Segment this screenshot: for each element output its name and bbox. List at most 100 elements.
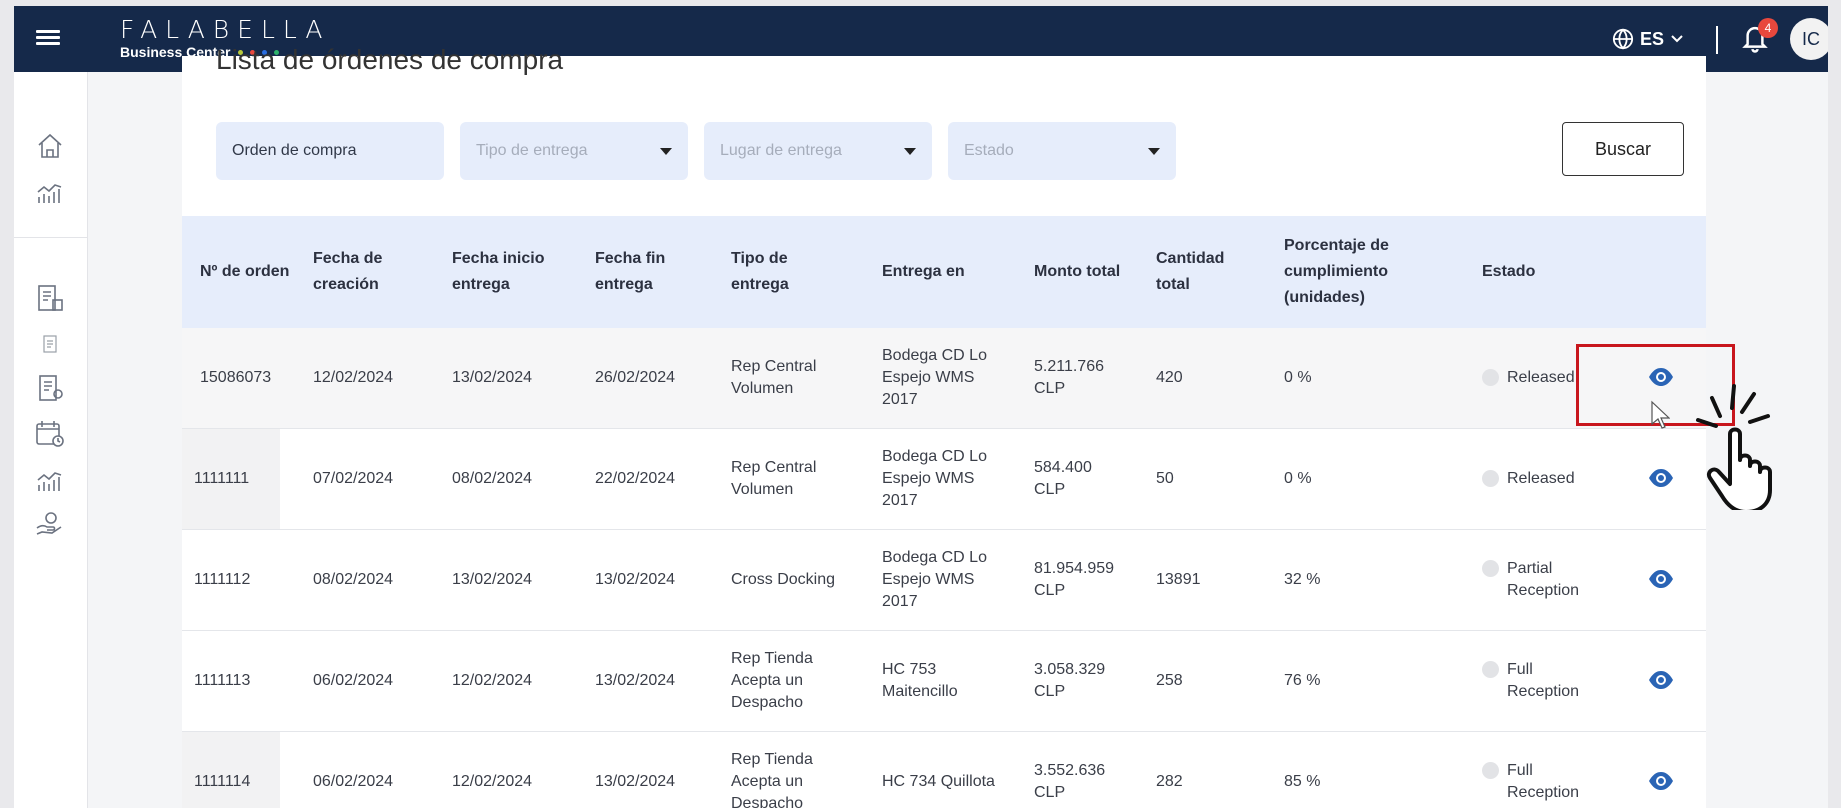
delivery-place-select[interactable]: Lugar de entrega: [704, 122, 932, 180]
status-dot: [1482, 762, 1499, 779]
col-completion-percent: Porcentaje de cumplimiento (unidades): [1284, 237, 1389, 306]
table-header: Nº de orden Fecha de creación Fecha inic…: [182, 216, 1706, 328]
sidebar-separator: [14, 237, 88, 238]
status-badge: Partial Reception: [1507, 560, 1580, 599]
col-start-date: Fecha inicio entrega: [452, 250, 545, 293]
status-label: Estado: [964, 142, 1014, 159]
start-date: 13/02/2024: [452, 369, 533, 386]
language-label: ES: [1640, 28, 1665, 49]
delivery-type: Rep Central Volumen: [731, 358, 817, 397]
total-quantity: 420: [1156, 369, 1183, 386]
completion-percent: 0 %: [1284, 470, 1312, 487]
delivery-at: Bodega CD Lo Espejo WMS 2017: [882, 347, 987, 408]
total-amount: 3.552.636 CLP: [1034, 762, 1106, 801]
sidebar: [14, 72, 88, 808]
user-avatar[interactable]: IC: [1790, 18, 1828, 60]
end-date: 26/02/2024: [595, 369, 676, 386]
caret-down-icon: [660, 148, 672, 155]
invoice-icon[interactable]: [34, 282, 66, 314]
status-dot: [1482, 470, 1499, 487]
end-date: 13/02/2024: [595, 672, 676, 689]
table-row[interactable]: 1111112 08/02/2024 13/02/2024 13/02/2024…: [182, 530, 1706, 631]
end-date: 13/02/2024: [595, 571, 676, 588]
delivery-type-select[interactable]: Tipo de entrega: [460, 122, 688, 180]
table-row[interactable]: 1111111 07/02/2024 08/02/2024 22/02/2024…: [182, 429, 1706, 530]
view-detail-eye-icon[interactable]: [1648, 467, 1674, 489]
notifications-button[interactable]: 4: [1740, 18, 1778, 56]
delivery-at: HC 734 Quillota: [882, 773, 995, 790]
status-badge: Released: [1507, 470, 1575, 487]
search-button[interactable]: Buscar: [1562, 122, 1684, 176]
creation-date: 07/02/2024: [313, 470, 394, 487]
start-date: 12/02/2024: [452, 773, 533, 790]
delivery-at: Bodega CD Lo Espejo WMS 2017: [882, 549, 987, 610]
col-delivery-at: Entrega en: [882, 263, 965, 280]
status-badge: Full Reception: [1507, 762, 1580, 801]
caret-down-icon: [1148, 148, 1160, 155]
view-detail-eye-icon[interactable]: [1648, 669, 1674, 691]
notification-badge: 4: [1758, 18, 1778, 38]
total-amount: 81.954.959 CLP: [1034, 560, 1115, 599]
status-dot: [1482, 369, 1499, 386]
col-total-quantity: Cantidad total: [1156, 250, 1225, 293]
caret-down-icon: [904, 148, 916, 155]
completion-percent: 76 %: [1284, 672, 1321, 689]
total-amount: 584.400 CLP: [1034, 459, 1092, 498]
status-cell: Released: [1482, 328, 1592, 428]
order-number: 1111111: [182, 429, 280, 529]
header-divider: [1716, 26, 1718, 54]
total-amount: 5.211.766 CLP: [1034, 358, 1104, 397]
view-detail-eye-icon[interactable]: [1648, 568, 1674, 590]
delivery-type: Rep Tienda Acepta un Despacho: [731, 650, 813, 711]
calendar-icon[interactable]: [34, 418, 66, 450]
order-number: 1111114: [182, 732, 280, 808]
col-total-amount: Monto total: [1034, 263, 1121, 280]
creation-date: 08/02/2024: [313, 571, 394, 588]
status-cell: Full Reception: [1482, 732, 1582, 808]
table-row[interactable]: 1111114 06/02/2024 12/02/2024 13/02/2024…: [182, 732, 1706, 808]
status-badge: Released: [1507, 369, 1575, 386]
delivery-at: HC 753 Maitencillo: [882, 661, 958, 700]
total-quantity: 50: [1156, 470, 1174, 487]
menu-icon[interactable]: [36, 27, 60, 51]
total-quantity: 258: [1156, 672, 1183, 689]
main-card: Lista de órdenes de compra Orden de comp…: [182, 44, 1706, 808]
delivery-type: Cross Docking: [731, 571, 836, 588]
col-delivery-type: Tipo de entrega: [731, 250, 789, 293]
end-date: 22/02/2024: [595, 470, 676, 487]
table-row[interactable]: 1111113 06/02/2024 12/02/2024 13/02/2024…: [182, 631, 1706, 732]
order-number: 1111112: [194, 571, 251, 588]
completion-percent: 85 %: [1284, 773, 1321, 790]
view-detail-eye-icon[interactable]: [1648, 770, 1674, 792]
status-dot: [1482, 560, 1499, 577]
document-icon[interactable]: [34, 328, 66, 360]
delivery-type: Rep Central Volumen: [731, 459, 817, 498]
app-frame: FALABELLA Business Center ES 4 IC Lista …: [14, 6, 1828, 808]
status-cell: Released: [1482, 429, 1592, 529]
order-number-filter[interactable]: Orden de compra: [216, 122, 444, 180]
analytics-2-icon[interactable]: [34, 464, 66, 496]
delivery-at: Bodega CD Lo Espejo WMS 2017: [882, 448, 987, 509]
order-number: 1111113: [194, 672, 251, 689]
col-order-number: Nº de orden: [200, 263, 290, 280]
home-icon[interactable]: [34, 130, 66, 162]
start-date: 12/02/2024: [452, 672, 533, 689]
view-detail-eye-icon[interactable]: [1648, 366, 1674, 388]
completion-percent: 0 %: [1284, 369, 1312, 386]
creation-date: 06/02/2024: [313, 672, 394, 689]
analytics-icon[interactable]: [34, 176, 66, 208]
table-row[interactable]: 15086073 12/02/2024 13/02/2024 26/02/202…: [182, 328, 1706, 429]
status-cell: Partial Reception: [1482, 530, 1582, 630]
status-badge: Full Reception: [1507, 661, 1580, 700]
hand-coin-icon[interactable]: [34, 508, 66, 540]
total-quantity: 13891: [1156, 571, 1201, 588]
col-creation-date: Fecha de creación: [313, 250, 383, 293]
order-list-icon[interactable]: [34, 372, 66, 404]
brand-name: FALABELLA: [120, 15, 331, 44]
chevron-down-icon: [1671, 35, 1683, 43]
language-selector[interactable]: ES: [1612, 28, 1684, 50]
delivery-type: Rep Tienda Acepta un Despacho: [731, 751, 813, 808]
status-select[interactable]: Estado: [948, 122, 1176, 180]
status-cell: Full Reception: [1482, 631, 1582, 731]
delivery-place-label: Lugar de entrega: [720, 142, 842, 159]
